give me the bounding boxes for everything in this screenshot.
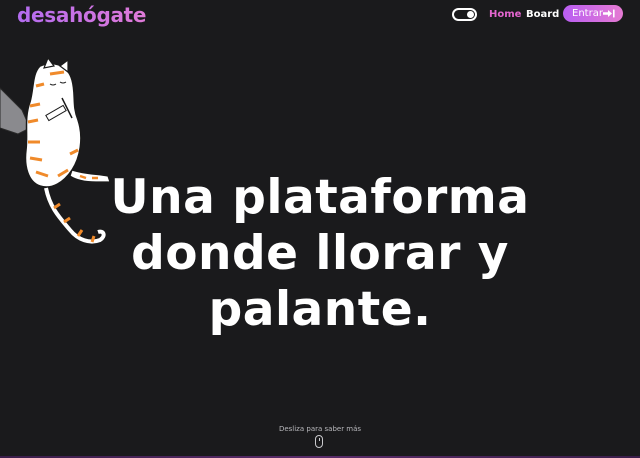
headline-line-1: Una plataforma: [110, 170, 530, 225]
toggle-knob: [467, 11, 474, 18]
nav-home-link[interactable]: Home: [489, 9, 521, 20]
scroll-hint: Desliza para saber más: [278, 425, 362, 433]
top-navbar: desahógate Home Board Entrar: [0, 0, 640, 32]
nav-board-link[interactable]: Board: [526, 9, 559, 20]
hero-headline: Una plataforma donde llorar y palante.: [0, 170, 640, 338]
theme-toggle-icon[interactable]: [452, 8, 477, 21]
headline-line-3: palante.: [208, 282, 432, 337]
sign-in-icon: [603, 9, 615, 18]
headline-line-2: donde llorar y: [131, 226, 509, 281]
enter-button-label: Entrar: [572, 8, 603, 19]
site-logo[interactable]: desahógate: [17, 3, 147, 27]
mouse-wheel: [318, 438, 320, 441]
mouse-scroll-icon[interactable]: [315, 435, 323, 448]
enter-button[interactable]: Entrar: [563, 5, 623, 22]
